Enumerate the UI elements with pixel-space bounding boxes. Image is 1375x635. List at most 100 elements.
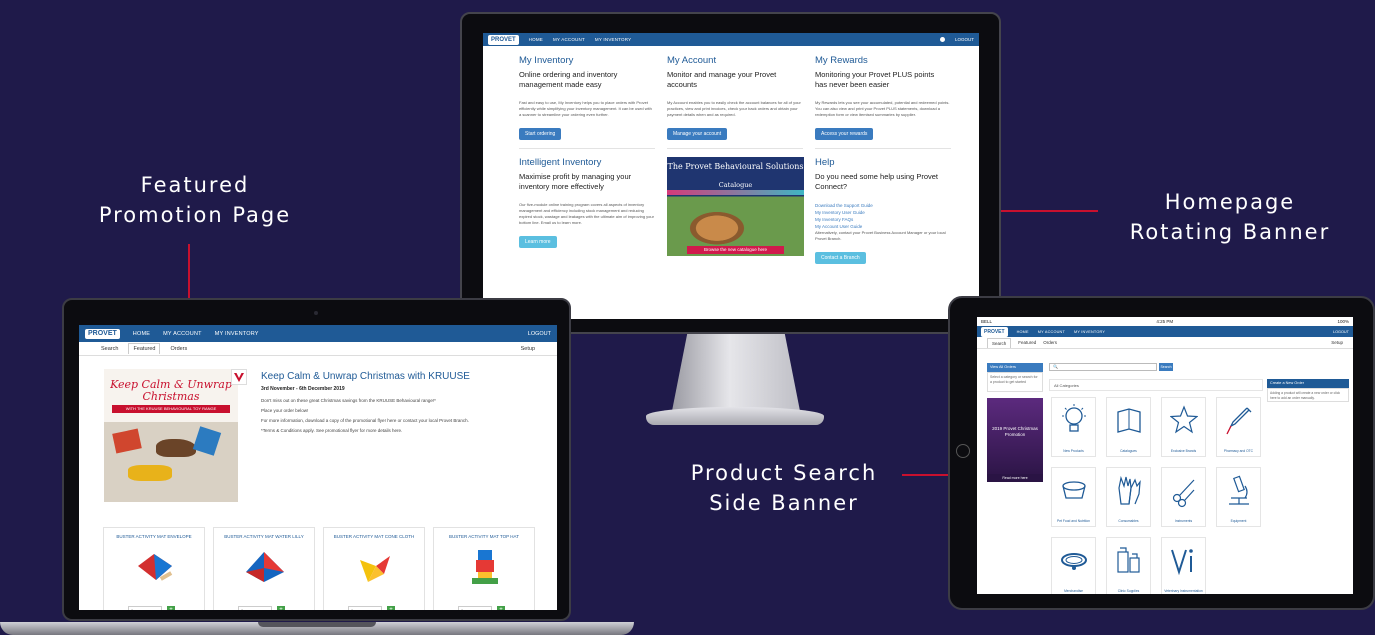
nav-my-account[interactable]: MY ACCOUNT xyxy=(1038,330,1065,334)
laptop-notch xyxy=(258,622,376,627)
category-exclusive-brands[interactable]: Exclusive Brands xyxy=(1161,397,1206,457)
tab-orders[interactable]: Orders xyxy=(170,346,187,352)
start-ordering-button[interactable]: Start ordering xyxy=(519,128,562,140)
product-name[interactable]: BUSTER ACTIVITY MAT WATER LILLY xyxy=(214,534,314,539)
logout-link[interactable]: LOGOUT xyxy=(528,331,551,337)
callout-line: Homepage xyxy=(1164,190,1296,214)
banner-cta[interactable]: Browse the new catalogue here xyxy=(687,246,784,254)
intelligent-inventory-card: Intelligent Inventory Maximise profit by… xyxy=(519,140,667,264)
monitor-screen: PROVET HOME MY ACCOUNT MY INVENTORY LOGO… xyxy=(483,33,979,319)
provet-logo[interactable]: PROVET xyxy=(488,34,519,45)
category-consumables[interactable]: Consumables xyxy=(1106,467,1151,527)
side-panel: View All Orders Select a category or sea… xyxy=(987,363,1043,482)
product-image xyxy=(472,550,498,584)
logout-link[interactable]: LOGOUT xyxy=(1333,330,1349,334)
monitor-stand xyxy=(672,333,800,411)
homepage-grid: My Inventory Online ordering and invento… xyxy=(519,55,955,264)
category-pharmacy-otc[interactable]: Pharmacy and OTC xyxy=(1216,397,1261,457)
help-link-account-guide[interactable]: My Account User Guide xyxy=(815,223,955,230)
dog-shape xyxy=(156,439,196,457)
tab-search[interactable]: Search xyxy=(101,346,118,352)
nav-my-inventory[interactable]: MY INVENTORY xyxy=(1074,330,1105,334)
setup-link[interactable]: Setup xyxy=(521,346,535,352)
product-image xyxy=(138,554,173,581)
side-banner-footer[interactable]: Read more here xyxy=(987,474,1043,482)
quantity-input[interactable]: 0 xyxy=(128,606,162,610)
scissors-icon xyxy=(1172,479,1195,508)
callout-homepage-banner: Homepage Rotating Banner xyxy=(1105,187,1355,247)
quantity-input[interactable]: 0 xyxy=(238,606,272,610)
provet-logo[interactable]: PROVET xyxy=(981,326,1008,337)
provet-logo[interactable]: PROVET xyxy=(85,328,120,339)
access-rewards-button[interactable]: Access your rewards xyxy=(815,128,874,140)
manage-account-button[interactable]: Manage your account xyxy=(667,128,728,140)
category-veterinary-instrumentation[interactable]: Veterinary Instrumentation xyxy=(1161,537,1206,594)
contact-branch-button[interactable]: Contact a Branch xyxy=(815,252,866,264)
order-panel: Create a New Order Adding a product will… xyxy=(1267,379,1349,402)
tab-featured[interactable]: Featured xyxy=(128,343,161,354)
callout-line: Featured xyxy=(140,173,250,197)
category-pet-food[interactable]: Pet Food and Nutrition xyxy=(1051,467,1096,527)
help-link-support-guide[interactable]: Download the Support Guide xyxy=(815,202,955,209)
search-button[interactable]: Search xyxy=(1159,363,1173,371)
nav-my-account[interactable]: MY ACCOUNT xyxy=(553,37,585,42)
promotion-artwork: Keep Calm & Unwrap Christmas WITH THE KR… xyxy=(104,369,238,502)
add-to-order-button[interactable]: + xyxy=(277,606,285,610)
search-input[interactable]: 🔍 xyxy=(1049,363,1157,371)
user-icon[interactable] xyxy=(939,37,945,42)
category-new-products[interactable]: New Products xyxy=(1051,397,1096,457)
tab-orders[interactable]: Orders xyxy=(1043,340,1057,345)
view-all-orders-button[interactable]: View All Orders xyxy=(987,363,1043,372)
supplies-icon xyxy=(1117,547,1140,573)
help-link-inventory-faqs[interactable]: My Inventory FAQs xyxy=(815,216,955,223)
category-catalogues[interactable]: Catalogues xyxy=(1106,397,1151,457)
setup-link[interactable]: Setup xyxy=(1331,340,1343,345)
homepage-rotating-banner[interactable]: The Provet Behavioural Solutions Catalog… xyxy=(667,157,804,256)
category-label: Pet Food and Nutrition xyxy=(1057,518,1090,523)
category-clinic-supplies[interactable]: Clinic Supplies xyxy=(1106,537,1151,594)
learn-more-button[interactable]: Learn more xyxy=(519,236,557,248)
card-title: My Inventory xyxy=(519,55,574,66)
quantity-input[interactable]: 0 xyxy=(458,606,492,610)
product-name[interactable]: BUSTER ACTIVITY MAT TOP HAT xyxy=(434,534,534,539)
category-merchandise[interactable]: Merchandise xyxy=(1051,537,1096,594)
star-icon xyxy=(1170,405,1198,434)
card-subtitle: Do you need some help using Provet Conne… xyxy=(815,172,938,191)
nav-my-account[interactable]: MY ACCOUNT xyxy=(163,331,202,337)
my-account-card: My Account Monitor and manage your Prove… xyxy=(667,55,815,140)
category-heading: All Categories xyxy=(1049,379,1263,391)
product-card: BUSTER ACTIVITY MAT WATER LILLY 0 + xyxy=(213,527,315,610)
product-search-side-banner[interactable]: 2019 Provet Christmas Promotion Read mor… xyxy=(987,398,1043,482)
product-name[interactable]: BUSTER ACTIVITY MAT ENVELOPE xyxy=(104,534,204,539)
promotion-terms: *Terms & Conditions apply. See promotion… xyxy=(261,428,403,433)
add-to-order-button[interactable]: + xyxy=(497,606,505,610)
quantity-input[interactable]: 0 xyxy=(348,606,382,610)
category-equipment[interactable]: Equipment xyxy=(1216,467,1261,527)
help-link-inventory-guide[interactable]: My Inventory User Guide xyxy=(815,209,955,216)
card-subtitle: Online ordering and inventory management… xyxy=(519,70,618,89)
card-title: My Rewards xyxy=(815,55,868,66)
top-nav-bar: PROVET HOME MY ACCOUNT MY INVENTORY LOGO… xyxy=(79,325,557,342)
side-banner-title: 2019 Provet Christmas Promotion xyxy=(992,426,1038,437)
category-label: Merchandise xyxy=(1064,588,1083,593)
tab-search[interactable]: Search xyxy=(987,337,1012,348)
tab-featured[interactable]: Featured xyxy=(1018,340,1036,345)
side-note: Select a category or search for a produc… xyxy=(987,372,1043,392)
logout-link[interactable]: LOGOUT xyxy=(955,37,974,42)
category-instruments[interactable]: Instruments xyxy=(1161,467,1206,527)
order-panel-note: Adding a product will create a new order… xyxy=(1267,388,1349,402)
create-order-button[interactable]: Create a New Order xyxy=(1267,379,1349,388)
add-to-order-button[interactable]: + xyxy=(387,606,395,610)
toy-shape xyxy=(112,428,142,454)
kruuse-logo xyxy=(231,369,247,385)
home-button[interactable] xyxy=(956,444,970,458)
nav-home[interactable]: HOME xyxy=(1017,330,1029,334)
syringe-icon xyxy=(1226,407,1252,435)
product-name[interactable]: BUSTER ACTIVITY MAT CONE CLOTH xyxy=(324,534,424,539)
nav-my-inventory[interactable]: MY INVENTORY xyxy=(215,331,259,337)
sub-tabs: Search Featured Orders Setup xyxy=(977,337,1353,349)
nav-home[interactable]: HOME xyxy=(133,331,150,337)
add-to-order-button[interactable]: + xyxy=(167,606,175,610)
nav-home[interactable]: HOME xyxy=(529,37,543,42)
nav-my-inventory[interactable]: MY INVENTORY xyxy=(595,37,631,42)
